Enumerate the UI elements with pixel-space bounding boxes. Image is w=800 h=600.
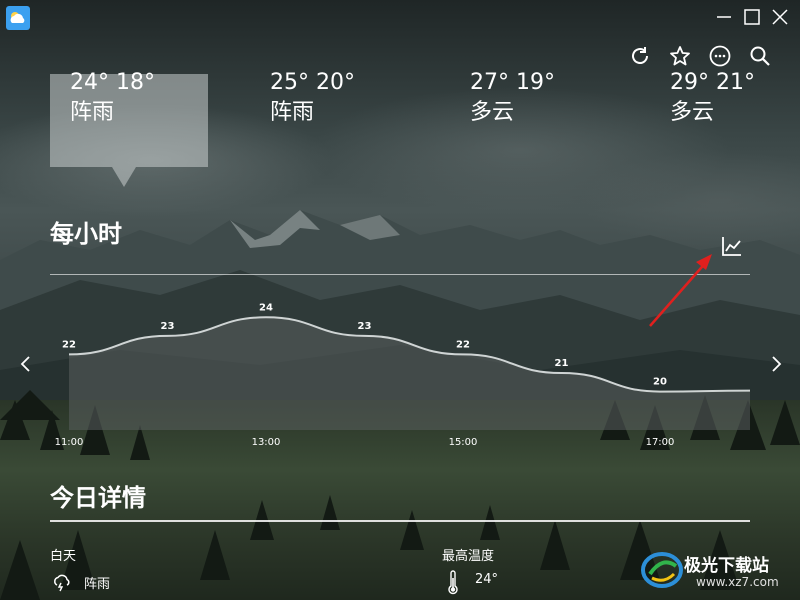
- close-icon[interactable]: [768, 6, 792, 28]
- watermark-url: www.xz7.com: [696, 575, 779, 589]
- day-condition: 多云: [470, 100, 515, 125]
- hourly-temperature-chart: 22 23 24 23 22 21 20 11:00 13:00 15:00 17:00: [55, 302, 751, 448]
- day-forecast-1[interactable]: 24° 18° 阵雨: [70, 70, 210, 128]
- chevron-right-icon[interactable]: [766, 352, 786, 376]
- day-forecast-4[interactable]: 29° 21° 多云: [670, 70, 798, 128]
- day-temps: 27° 19°: [470, 70, 555, 95]
- chart-point-label: 23: [358, 321, 372, 332]
- day-temps: 25° 20°: [270, 70, 355, 95]
- day-temps: 29° 21°: [670, 70, 755, 95]
- day-forecast-3[interactable]: 27° 19° 多云: [470, 70, 610, 128]
- today-title: 今日详情: [50, 484, 146, 512]
- weather-app-icon: [6, 6, 30, 30]
- chart-point-label: 22: [456, 339, 470, 350]
- maximize-icon[interactable]: [740, 6, 764, 28]
- today-divider: [50, 520, 750, 522]
- more-icon[interactable]: [708, 44, 732, 68]
- watermark-logo-icon: [640, 548, 684, 592]
- daytime-label: 白天: [50, 549, 77, 564]
- chart-x-tick-label: 13:00: [252, 437, 281, 448]
- max-temp-label: 最高温度: [442, 549, 495, 564]
- minimize-icon[interactable]: [712, 6, 736, 28]
- chart-point-label: 21: [555, 358, 569, 369]
- day-condition: 多云: [670, 100, 715, 125]
- day-condition: 阵雨: [270, 100, 315, 125]
- chart-area-fill: [69, 317, 750, 430]
- shower-icon: [52, 572, 72, 592]
- daytime-value: 阵雨: [84, 577, 111, 592]
- thermometer-icon: [446, 570, 460, 596]
- chart-point-label: 22: [62, 339, 76, 350]
- search-icon[interactable]: [748, 44, 772, 68]
- chart-x-tick-label: 17:00: [646, 437, 675, 448]
- max-temp-value: 24°: [475, 572, 499, 587]
- chart-point-label: 20: [653, 377, 667, 388]
- chart-x-tick-label: 15:00: [449, 437, 478, 448]
- hourly-title: 每小时: [50, 220, 122, 248]
- day-condition: 阵雨: [70, 100, 115, 125]
- line-chart-icon[interactable]: [720, 234, 744, 258]
- day-forecast-2[interactable]: 25° 20° 阵雨: [270, 70, 410, 128]
- watermark-name: 极光下载站: [684, 556, 769, 576]
- chart-point-label: 24: [259, 302, 273, 313]
- selected-day-pointer: [112, 167, 136, 187]
- day-temps: 24° 18°: [70, 70, 155, 95]
- refresh-icon[interactable]: [628, 44, 652, 68]
- chart-x-tick-label: 11:00: [55, 437, 84, 448]
- chart-point-label: 23: [161, 321, 175, 332]
- chevron-left-icon[interactable]: [16, 352, 36, 376]
- star-icon[interactable]: [668, 44, 692, 68]
